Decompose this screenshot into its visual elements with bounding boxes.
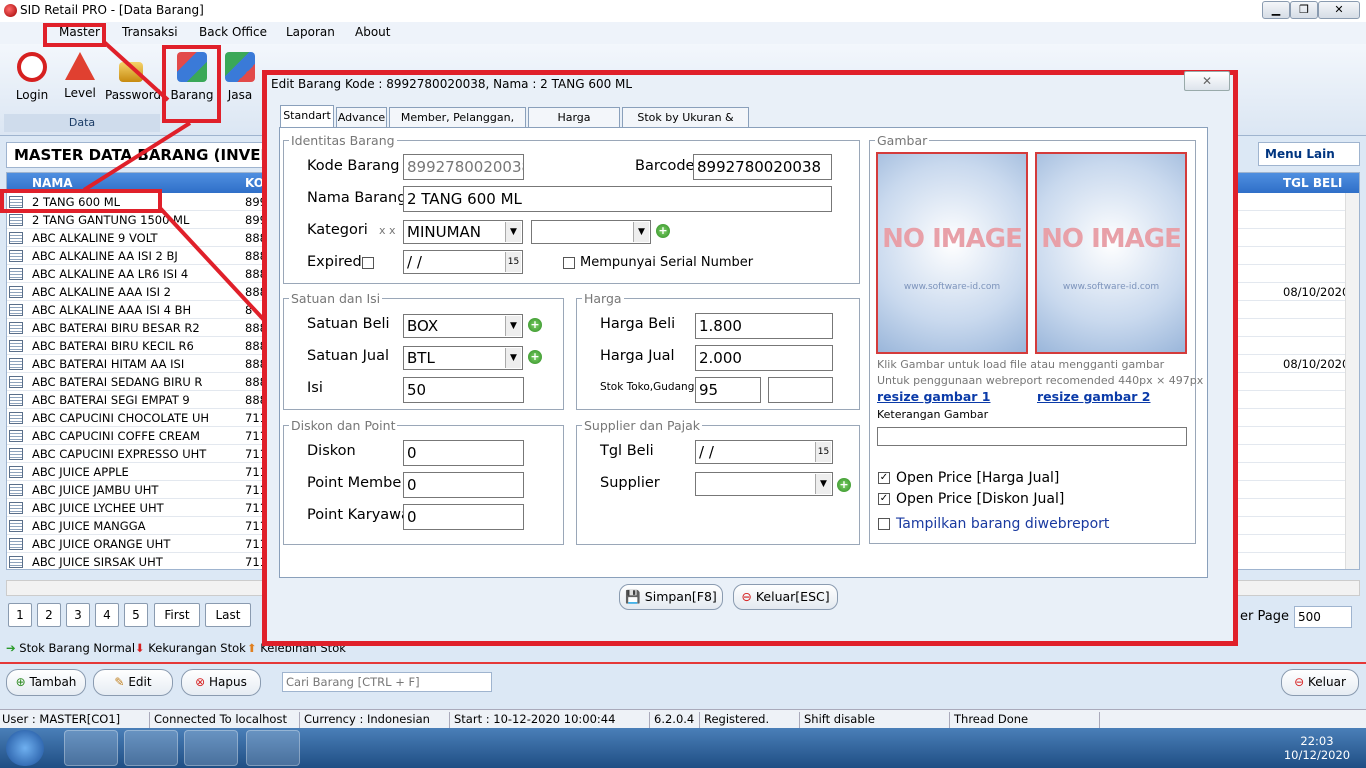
satuan-jual-label: Satuan Jual — [307, 348, 390, 364]
isi-input[interactable]: 50 — [403, 377, 524, 403]
expired-date[interactable]: / / 15 — [403, 250, 523, 274]
chevron-down-icon: ▼ — [505, 222, 521, 242]
nama-label: Nama Barang — [307, 190, 407, 206]
calendar-icon: 15 — [815, 442, 831, 462]
keterangan-label: Keterangan Gambar — [877, 408, 989, 421]
chevron-down-icon: ▼ — [505, 348, 521, 368]
open-price-diskon-label: Open Price [Diskon Jual] — [896, 491, 1065, 507]
diskon-legend: Diskon dan Point — [289, 418, 398, 433]
simpan-label: Simpan[F8] — [644, 589, 717, 604]
tgl-beli-value: / / — [699, 443, 714, 461]
tgl-beli-date[interactable]: / / 15 — [695, 440, 833, 464]
tab-advance[interactable]: Advance — [336, 107, 387, 128]
tgl-beli-label: Tgl Beli — [600, 443, 654, 459]
gambar-1[interactable]: NO IMAGE www.software-id.com — [876, 152, 1028, 354]
satuan-beli-label: Satuan Beli — [307, 316, 390, 332]
resize-gambar-1-link[interactable]: resize gambar 1 — [877, 389, 990, 404]
harga-jual-label: Harga Jual — [600, 348, 675, 364]
tab-member[interactable]: Member, Pelanggan, Sales — [389, 107, 526, 143]
supplier-label: Supplier — [600, 475, 660, 491]
supplier-legend: Supplier dan Pajak — [582, 418, 702, 433]
tab-stok-ukuran[interactable]: Stok by Ukuran & Warna — [622, 107, 749, 143]
kategori-x: x x — [379, 224, 396, 237]
add-kategori-icon[interactable]: + — [656, 224, 670, 238]
open-price-jual-label: Open Price [Harga Jual] — [896, 470, 1060, 486]
gambar-legend: Gambar — [875, 133, 930, 148]
diskon-label: Diskon — [307, 443, 356, 459]
tab-standart[interactable]: Standart — [280, 105, 334, 128]
no-image-text: NO IMAGE — [1041, 224, 1182, 254]
tampilkan-label: Tampilkan barang diwebreport — [896, 516, 1110, 532]
kategori-label: Kategori — [307, 222, 368, 238]
kategori-dropdown[interactable]: MINUMAN ▼ — [403, 220, 523, 244]
point-karyawan-input[interactable]: 0 — [403, 504, 524, 530]
point-karyawan-label: Point Karyawa — [307, 507, 403, 523]
exit-icon: ⊖ — [741, 589, 752, 604]
tampilkan-checkbox[interactable] — [878, 518, 890, 530]
no-image-text: NO IMAGE — [882, 224, 1023, 254]
calendar-icon: 15 — [505, 252, 521, 272]
serial-label: Mempunyai Serial Number — [580, 255, 754, 270]
stok-gudang-input[interactable] — [768, 377, 833, 403]
add-satuan-jual-icon[interactable]: + — [528, 350, 542, 364]
keluar-dialog-label: Keluar[ESC] — [755, 589, 830, 604]
tab-harga-bertingkat[interactable]: Harga Bertingkat — [528, 107, 620, 143]
barcode-label: Barcode — [635, 158, 695, 174]
kode-input[interactable]: 8992780020038 — [403, 154, 524, 180]
chevron-down-icon: ▼ — [505, 316, 521, 336]
serial-checkbox[interactable] — [563, 257, 575, 269]
satuan-jual-dropdown[interactable]: BTL ▼ — [403, 346, 523, 370]
resize-gambar-2-link[interactable]: resize gambar 2 — [1037, 389, 1150, 404]
dialog-title: Edit Barang Kode : 8992780020038, Nama :… — [271, 77, 633, 91]
simpan-button[interactable]: 💾 Simpan[F8] — [619, 584, 723, 610]
keluar-dialog-button[interactable]: ⊖ Keluar[ESC] — [733, 584, 838, 610]
stok-toko-input[interactable]: 95 — [695, 377, 761, 403]
add-supplier-icon[interactable]: + — [837, 478, 851, 492]
save-icon: 💾 — [625, 589, 641, 604]
expired-label: Expired — [307, 254, 362, 270]
diskon-input[interactable]: 0 — [403, 440, 524, 466]
harga-jual-input[interactable]: 2.000 — [695, 345, 833, 371]
keterangan-input[interactable] — [877, 427, 1187, 446]
barcode-input[interactable]: 8992780020038 — [693, 154, 832, 180]
chevron-down-icon: ▼ — [815, 474, 831, 494]
point-member-input[interactable]: 0 — [403, 472, 524, 498]
expired-value: / / — [407, 253, 422, 271]
satuan-beli-value: BOX — [407, 317, 439, 335]
gambar-hint1: Klik Gambar untuk load file atau menggan… — [877, 358, 1165, 371]
satuan-jual-value: BTL — [407, 349, 435, 367]
add-satuan-beli-icon[interactable]: + — [528, 318, 542, 332]
dialog-close-button[interactable]: ✕ — [1184, 71, 1230, 91]
chevron-down-icon: ▼ — [633, 222, 649, 242]
satuan-legend: Satuan dan Isi — [289, 291, 383, 306]
kategori2-dropdown[interactable]: ▼ — [531, 220, 651, 244]
isi-label: Isi — [307, 380, 323, 396]
satuan-beli-dropdown[interactable]: BOX ▼ — [403, 314, 523, 338]
point-member-label: Point Membe — [307, 475, 402, 491]
no-image-sub: www.software-id.com — [903, 282, 1001, 292]
harga-beli-input[interactable]: 1.800 — [695, 313, 833, 339]
harga-legend: Harga — [582, 291, 624, 306]
kategori-value: MINUMAN — [407, 223, 481, 241]
kode-label: Kode Barang — [307, 158, 400, 174]
stok-label: Stok Toko,Gudang — [600, 381, 695, 393]
harga-beli-label: Harga Beli — [600, 316, 676, 332]
open-price-diskon-checkbox[interactable]: ✓ — [878, 493, 890, 505]
expired-checkbox[interactable] — [362, 257, 374, 269]
open-price-jual-checkbox[interactable]: ✓ — [878, 472, 890, 484]
identitas-legend: Identitas Barang — [289, 133, 397, 148]
gambar-2[interactable]: NO IMAGE www.software-id.com — [1035, 152, 1187, 354]
no-image-sub: www.software-id.com — [1062, 282, 1160, 292]
supplier-dropdown[interactable]: ▼ — [695, 472, 833, 496]
gambar-hint2: Untuk penggunaan webreport recomended 44… — [877, 374, 1204, 387]
nama-input[interactable]: 2 TANG 600 ML — [403, 186, 832, 212]
